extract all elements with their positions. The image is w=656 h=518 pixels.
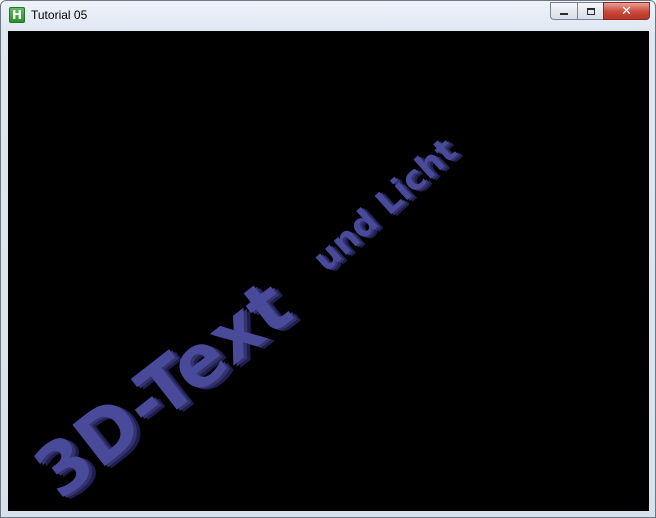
sub-3d-text: und Licht bbox=[305, 131, 464, 280]
application-window: H Tutorial 05 ✕ 3D-Text 3D-Text 3D-Text bbox=[0, 0, 656, 518]
minimize-icon bbox=[560, 13, 568, 15]
minimize-button[interactable] bbox=[550, 2, 577, 20]
close-button[interactable]: ✕ bbox=[603, 2, 650, 20]
title-bar[interactable]: H Tutorial 05 ✕ bbox=[1, 1, 655, 31]
maximize-icon bbox=[586, 7, 595, 15]
main-3d-text: 3D-Text bbox=[19, 264, 307, 511]
render-viewport[interactable]: 3D-Text 3D-Text 3D-Text und Licht und Li… bbox=[8, 31, 649, 511]
close-icon: ✕ bbox=[621, 3, 632, 19]
window-title: Tutorial 05 bbox=[31, 8, 88, 22]
app-icon[interactable]: H bbox=[9, 7, 25, 23]
window-controls: ✕ bbox=[550, 2, 650, 21]
maximize-button[interactable] bbox=[577, 2, 603, 20]
3d-scene: 3D-Text 3D-Text 3D-Text und Licht und Li… bbox=[19, 131, 471, 511]
